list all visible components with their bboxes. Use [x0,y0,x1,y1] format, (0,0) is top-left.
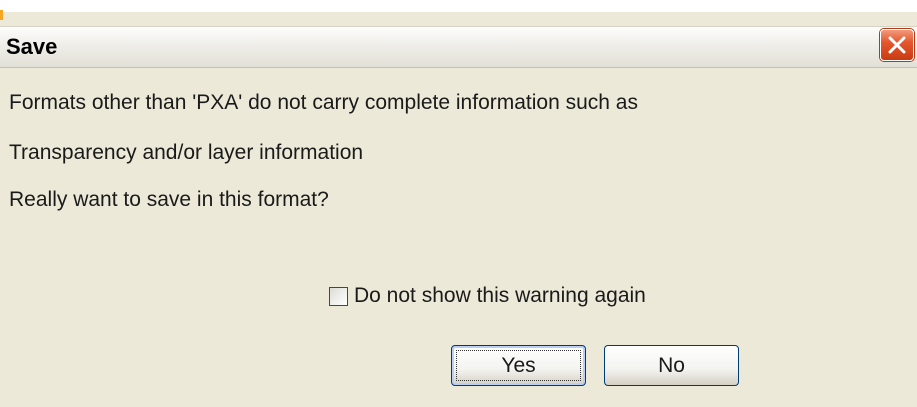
message-line-1: Formats other than 'PXA' do not carry co… [9,91,638,114]
window-corner-accent [0,10,3,20]
window-top-edge [0,0,917,12]
title-bar[interactable] [0,26,917,68]
yes-button-label: Yes [501,354,536,377]
save-dialog: Save Formats other than 'PXA' do not car… [0,0,917,407]
message-line-3: Really want to save in this format? [9,188,329,211]
dont-show-again-label[interactable]: Do not show this warning again [354,283,646,309]
close-icon [888,36,906,54]
no-button[interactable]: No [604,345,739,386]
message-line-2: Transparency and/or layer information [9,141,364,164]
close-button[interactable] [880,29,914,61]
yes-button[interactable]: Yes [451,345,586,386]
no-button-label: No [658,354,685,377]
dont-show-again-checkbox[interactable] [329,286,348,306]
dont-show-again-option[interactable]: Do not show this warning again [329,283,646,309]
dialog-title: Save [6,34,58,59]
